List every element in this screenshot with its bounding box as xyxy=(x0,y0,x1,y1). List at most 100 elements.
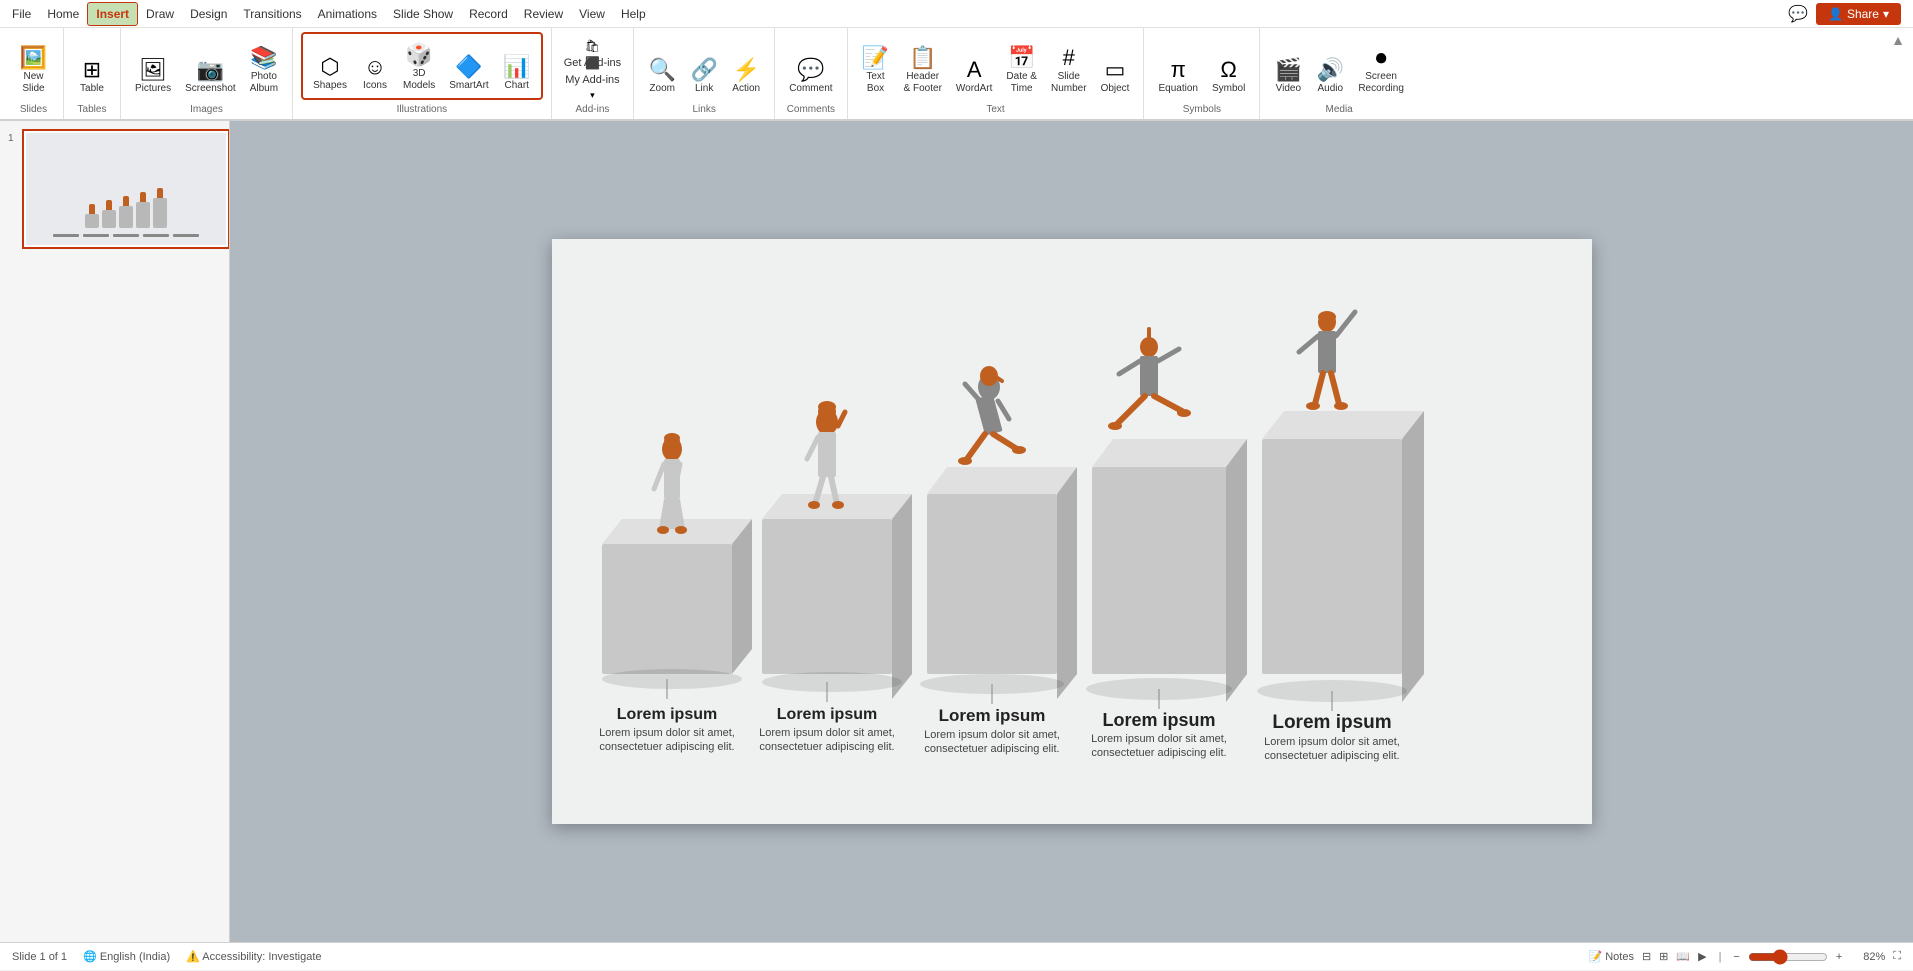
object-icon: ▭ xyxy=(1105,59,1126,81)
comment-ribbon-icon: 💬 xyxy=(797,59,824,81)
svg-text:consectetuer adipiscing elit.: consectetuer adipiscing elit. xyxy=(1091,747,1226,759)
shapes-button[interactable]: ⬡ Shapes xyxy=(307,36,353,96)
smartart-button[interactable]: 🔷 SmartArt xyxy=(443,36,494,96)
menu-transitions[interactable]: Transitions xyxy=(235,3,309,25)
pictures-icon: 🖼 xyxy=(139,59,167,81)
action-button[interactable]: ⚡ Action xyxy=(726,34,766,99)
symbol-button[interactable]: Ω Symbol xyxy=(1206,34,1251,99)
tables-group-label: Tables xyxy=(78,104,107,115)
menu-review[interactable]: Review xyxy=(516,3,571,25)
3d-models-button[interactable]: 🎲 3D Models xyxy=(397,36,441,96)
menu-record[interactable]: Record xyxy=(461,3,516,25)
3d-models-icon: 🎲 xyxy=(405,44,432,66)
notes-button[interactable]: 📝 Notes xyxy=(1589,950,1634,963)
view-slide-sorter-icon[interactable]: ⊞ xyxy=(1659,950,1668,963)
link-icon: 🔗 xyxy=(690,59,717,81)
slide-panel: 1 xyxy=(0,121,230,942)
textbox-button[interactable]: 📝 Text Box xyxy=(856,34,896,99)
media-group-label: Media xyxy=(1325,104,1352,115)
wordart-button[interactable]: A WordArt xyxy=(950,34,999,99)
status-bar: Slide 1 of 1 🌐 English (India) ⚠️ Access… xyxy=(0,942,1913,970)
screen-recording-button[interactable]: ⏺ Screen Recording xyxy=(1352,34,1410,99)
fit-slide-button[interactable]: ⛶ xyxy=(1893,950,1901,963)
comments-group-label: Comments xyxy=(787,104,835,115)
menu-insert[interactable]: Insert xyxy=(87,2,138,26)
collapse-ribbon-icon[interactable]: ▲ xyxy=(1891,32,1905,48)
menu-design[interactable]: Design xyxy=(182,3,235,25)
screenshot-icon: 📷 xyxy=(197,59,224,81)
photo-album-button[interactable]: 📚 Photo Album xyxy=(244,34,284,99)
zoom-button[interactable]: 🔍 Zoom xyxy=(642,34,682,99)
object-button[interactable]: ▭ Object xyxy=(1095,34,1136,99)
action-icon: ⚡ xyxy=(732,59,759,81)
new-slide-button[interactable]: 🖼️ New Slide xyxy=(14,34,54,99)
zoom-level: 82% xyxy=(1850,951,1885,963)
smartart-icon: 🔷 xyxy=(455,56,482,78)
svg-text:Lorem ipsum dolor sit amet,: Lorem ipsum dolor sit amet, xyxy=(1264,736,1400,748)
link-button[interactable]: 🔗 Link xyxy=(684,34,724,99)
my-addins-icon: ⬛ xyxy=(585,56,600,70)
svg-text:consectetuer adipiscing elit.: consectetuer adipiscing elit. xyxy=(599,741,734,753)
slide-number-button[interactable]: # Slide Number xyxy=(1045,34,1093,99)
slide-number-indicator: 1 xyxy=(8,133,14,144)
table-button[interactable]: ⊞ Table xyxy=(72,34,112,99)
menu-home[interactable]: Home xyxy=(39,3,87,25)
zoom-out-button[interactable]: − xyxy=(1733,951,1739,963)
menu-slideshow[interactable]: Slide Show xyxy=(385,3,461,25)
svg-text:consectetuer adipiscing elit.: consectetuer adipiscing elit. xyxy=(924,743,1059,755)
table-icon: ⊞ xyxy=(83,59,101,81)
menu-view[interactable]: View xyxy=(571,3,613,25)
equation-icon: π xyxy=(1171,59,1186,81)
shapes-icon: ⬡ xyxy=(320,56,339,78)
menu-help[interactable]: Help xyxy=(613,3,654,25)
illustrations-group-label: Illustrations xyxy=(301,104,543,115)
view-normal-icon[interactable]: ⊟ xyxy=(1642,950,1651,963)
menu-bar: File Home Insert Draw Design Transitions… xyxy=(0,0,1913,28)
language-icon: 🌐 xyxy=(83,951,97,963)
header-footer-icon: 📋 xyxy=(909,47,936,69)
header-footer-button[interactable]: 📋 Header & Footer xyxy=(898,34,948,99)
equation-button[interactable]: π Equation xyxy=(1152,34,1203,99)
video-icon: 🎬 xyxy=(1275,59,1302,81)
svg-text:Lorem ipsum: Lorem ipsum xyxy=(1272,712,1391,733)
view-reading-icon[interactable]: 📖 xyxy=(1676,950,1690,963)
slides-group-label: Slides xyxy=(20,104,47,115)
zoom-slider[interactable] xyxy=(1748,949,1828,965)
screenshot-button[interactable]: 📷 Screenshot xyxy=(179,34,242,99)
symbols-group-label: Symbols xyxy=(1183,104,1221,115)
zoom-in-button[interactable]: + xyxy=(1836,951,1842,963)
photo-album-icon: 📚 xyxy=(250,47,277,69)
my-addins-button[interactable]: ⬛ My Add-ins ▾ xyxy=(560,68,625,88)
video-button[interactable]: 🎬 Video xyxy=(1268,34,1308,99)
slide-number-icon: # xyxy=(1063,47,1075,69)
symbol-icon: Ω xyxy=(1220,59,1236,81)
canvas-area: Lorem ipsum Lorem ipsum dolor sit amet, … xyxy=(230,121,1913,942)
svg-text:consectetuer adipiscing elit.: consectetuer adipiscing elit. xyxy=(759,741,894,753)
comment-button[interactable]: 💬 Comment xyxy=(783,34,838,99)
ribbon: 🖼️ New Slide Slides ⊞ Table Tables 🖼 Pic xyxy=(0,28,1913,120)
audio-button[interactable]: 🔊 Audio xyxy=(1310,34,1350,99)
slide-thumbnail[interactable] xyxy=(22,129,230,249)
comment-icon[interactable]: 💬 xyxy=(1788,4,1808,24)
share-button[interactable]: 👤 Share ▾ xyxy=(1816,3,1901,25)
svg-text:Lorem ipsum: Lorem ipsum xyxy=(938,706,1045,725)
svg-text:Lorem ipsum: Lorem ipsum xyxy=(616,706,716,723)
icons-button[interactable]: ☺ Icons xyxy=(355,36,395,96)
chart-button[interactable]: 📊 Chart xyxy=(497,36,537,96)
accessibility-status[interactable]: ⚠️ Accessibility: Investigate xyxy=(186,950,321,963)
svg-text:Lorem ipsum dolor sit amet,: Lorem ipsum dolor sit amet, xyxy=(759,727,895,739)
svg-text:Lorem ipsum dolor sit amet,: Lorem ipsum dolor sit amet, xyxy=(599,727,735,739)
view-slideshow-icon[interactable]: ▶ xyxy=(1698,950,1706,963)
date-time-button[interactable]: 📅 Date & Time xyxy=(1000,34,1043,99)
menu-draw[interactable]: Draw xyxy=(138,3,182,25)
svg-text:consectetuer adipiscing elit.: consectetuer adipiscing elit. xyxy=(1264,750,1399,762)
links-group-label: Links xyxy=(693,104,716,115)
pictures-button[interactable]: 🖼 Pictures xyxy=(129,34,177,99)
svg-text:Lorem ipsum: Lorem ipsum xyxy=(1102,710,1215,730)
slide-canvas[interactable]: Lorem ipsum Lorem ipsum dolor sit amet, … xyxy=(552,239,1592,824)
menu-animations[interactable]: Animations xyxy=(310,3,385,25)
slide-svg: Lorem ipsum Lorem ipsum dolor sit amet, … xyxy=(552,239,1592,824)
menu-file[interactable]: File xyxy=(4,3,39,25)
date-time-icon: 📅 xyxy=(1008,47,1035,69)
icons-icon: ☺ xyxy=(364,56,386,78)
